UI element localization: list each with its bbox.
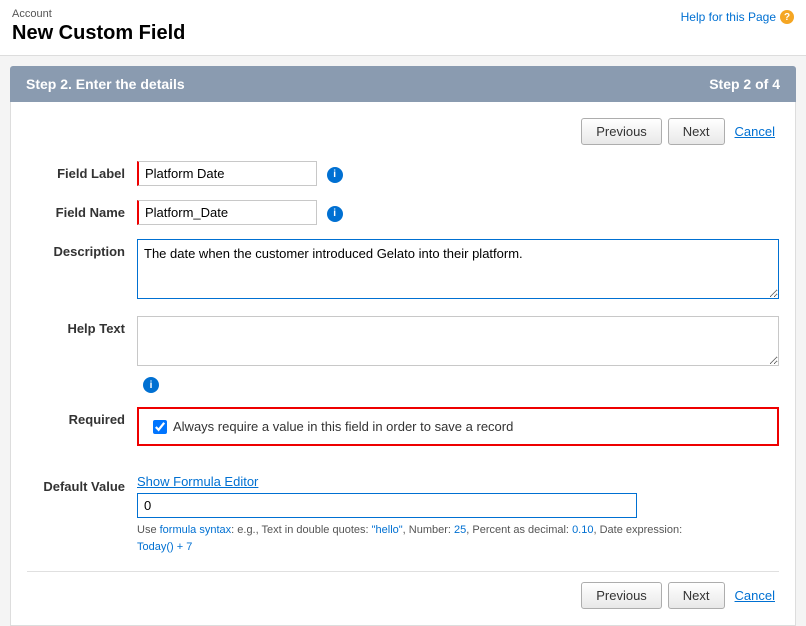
step-description: Step 2. Enter the details [26,76,185,92]
step-bar: Step 2. Enter the details Step 2 of 4 [10,66,796,102]
required-box: Always require a value in this field in … [137,407,779,446]
description-textarea[interactable] [137,239,779,299]
formula-input[interactable] [137,493,637,518]
next-button-bottom[interactable]: Next [668,582,725,609]
help-text-control: i [137,316,779,393]
formula-syntax-link[interactable]: formula syntax [160,524,232,536]
formula-hint: Use formula syntax: e.g., Text in double… [137,522,779,555]
field-label-info-button[interactable]: i [327,167,343,183]
percent-link: 0.10 [572,524,593,536]
help-link-text: Help for this Page [681,10,776,24]
bottom-button-row: Previous Next Cancel [27,571,779,609]
field-name-control: i [137,200,779,225]
help-text-label: Help Text [27,316,137,336]
description-label: Description [27,239,137,259]
date-link[interactable]: Today() + 7 [137,541,192,553]
show-formula-link[interactable]: Show Formula Editor [137,474,779,489]
help-link[interactable]: Help for this Page ? [681,10,794,24]
cancel-button-bottom[interactable]: Cancel [731,583,779,608]
page-title: New Custom Field [12,22,794,45]
number-link: 25 [454,524,466,536]
description-control [137,239,779,302]
help-text-hint: i [137,373,779,393]
hello-link: "hello" [372,524,403,536]
required-control: Always require a value in this field in … [137,407,779,460]
required-label: Required [27,407,137,427]
next-button-top[interactable]: Next [668,118,725,145]
cancel-button-top[interactable]: Cancel [731,119,779,144]
default-value-label: Default Value [27,474,137,494]
field-label-row: Field Label i [27,161,779,186]
hint-percent-label: , Percent as decimal: [466,524,572,536]
help-text-textarea[interactable] [137,316,779,366]
account-label: Account [12,8,794,20]
help-text-info-button[interactable]: i [143,377,159,393]
default-value-control: Show Formula Editor Use formula syntax: … [137,474,779,555]
hint-date-label: , Date expression: [593,524,682,536]
page-header: Account New Custom Field Help for this P… [0,0,806,56]
field-name-input[interactable] [137,200,317,225]
form-container: Previous Next Cancel Field Label i Field… [10,102,796,626]
required-checkbox-text: Always require a value in this field in … [173,419,513,434]
field-label-label: Field Label [27,161,137,181]
required-checkbox-label[interactable]: Always require a value in this field in … [153,419,513,434]
hint-prefix: Use [137,524,160,536]
step-indicator: Step 2 of 4 [709,76,780,92]
help-text-row: Help Text i [27,316,779,393]
default-value-row: Default Value Show Formula Editor Use fo… [27,474,779,555]
previous-button-top[interactable]: Previous [581,118,662,145]
field-name-row: Field Name i [27,200,779,225]
hint-middle: : e.g., Text in double quotes: [231,524,371,536]
hint-number-label: , Number: [403,524,454,536]
top-button-row: Previous Next Cancel [27,118,779,145]
description-row: Description [27,239,779,302]
field-name-label: Field Name [27,200,137,220]
required-checkbox[interactable] [153,420,167,434]
help-icon: ? [780,10,794,24]
required-row: Required Always require a value in this … [27,407,779,460]
field-label-input[interactable] [137,161,317,186]
field-label-control: i [137,161,779,186]
previous-button-bottom[interactable]: Previous [581,582,662,609]
field-name-info-button[interactable]: i [327,206,343,222]
